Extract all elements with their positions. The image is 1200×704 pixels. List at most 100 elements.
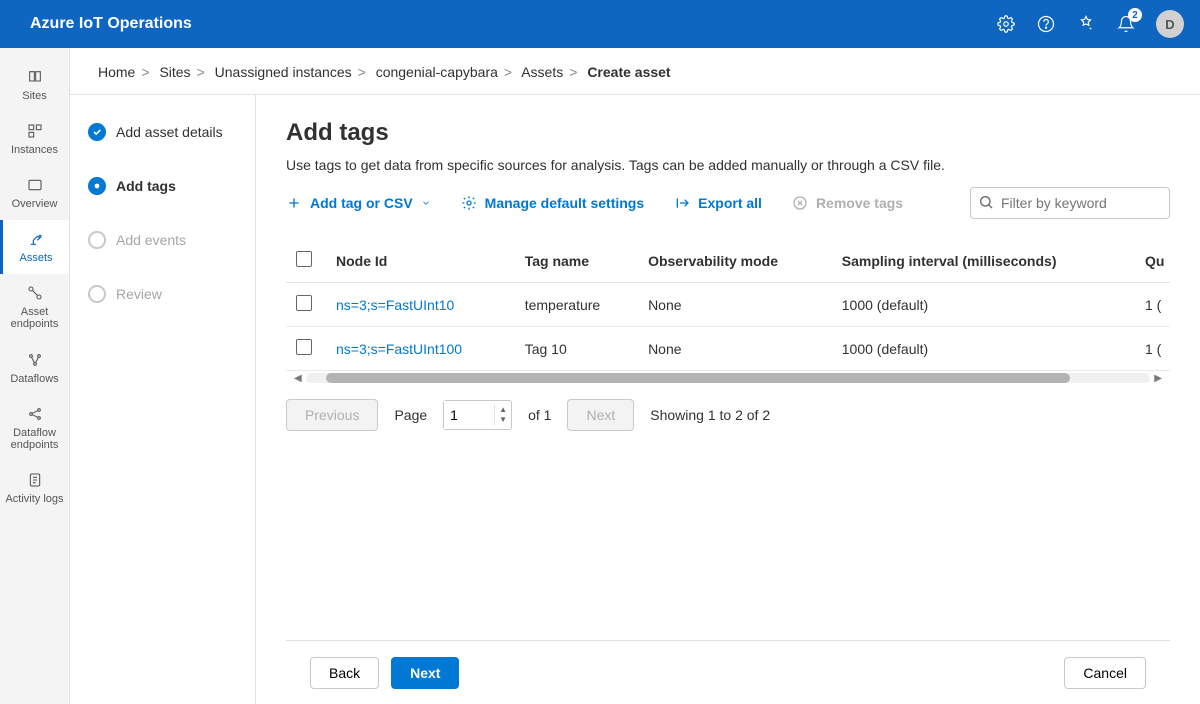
crumb-sites[interactable]: Sites: [159, 64, 190, 80]
row-checkbox[interactable]: [296, 339, 312, 355]
step-add-events[interactable]: Add events: [88, 231, 237, 249]
notifications-icon[interactable]: 2: [1116, 14, 1136, 34]
chevron-down-icon: [421, 198, 431, 208]
row-checkbox[interactable]: [296, 295, 312, 311]
horizontal-scrollbar[interactable]: ◀ ▶: [286, 371, 1170, 385]
filter-input[interactable]: [970, 187, 1170, 219]
page-description: Use tags to get data from specific sourc…: [286, 157, 1170, 173]
cell-node-id[interactable]: ns=3;s=FastUInt10: [326, 283, 515, 327]
cell-node-id[interactable]: ns=3;s=FastUInt100: [326, 327, 515, 371]
nav-label: Overview: [12, 198, 58, 210]
filter-wrapper: [970, 187, 1170, 219]
header: Azure IoT Operations 2 D: [0, 0, 1200, 48]
search-icon: [978, 194, 994, 210]
export-label: Export all: [698, 195, 762, 211]
nav-label: Assets: [19, 252, 52, 264]
step-indicator-done-icon: [88, 123, 106, 141]
header-actions: 2 D: [996, 10, 1184, 38]
table-row[interactable]: ns=3;s=FastUInt100 Tag 10 None 1000 (def…: [286, 327, 1170, 371]
nav-label: Dataflows: [10, 373, 58, 385]
page-stepper[interactable]: ▲▼: [443, 400, 512, 430]
step-add-tags[interactable]: Add tags: [88, 177, 237, 195]
step-indicator-icon: [88, 231, 106, 249]
nav-label: Sites: [22, 90, 46, 102]
left-nav: Sites Instances Overview Assets Asset en…: [0, 48, 70, 704]
step-label: Add events: [116, 232, 186, 248]
wizard-steps: Add asset details Add tags Add events: [70, 95, 256, 704]
col-node-id[interactable]: Node Id: [326, 239, 515, 283]
feedback-icon[interactable]: [1076, 14, 1096, 34]
step-label: Add asset details: [116, 124, 223, 140]
cell-queue: 1 (: [1135, 283, 1170, 327]
previous-button: Previous: [286, 399, 378, 431]
crumb-unassigned[interactable]: Unassigned instances: [215, 64, 352, 80]
step-add-details[interactable]: Add asset details: [88, 123, 237, 141]
add-tag-label: Add tag or CSV: [310, 195, 413, 211]
col-observability[interactable]: Observability mode: [638, 239, 832, 283]
stepper-up-icon[interactable]: ▲: [495, 405, 511, 415]
scroll-left-icon[interactable]: ◀: [290, 373, 306, 384]
page-label: Page: [394, 407, 427, 423]
page-input[interactable]: [444, 401, 494, 429]
pagination: Previous Page ▲▼ of 1 Next Showing 1 to …: [286, 385, 1170, 451]
next-page-button: Next: [567, 399, 634, 431]
remove-tags-button: Remove tags: [792, 195, 903, 211]
page-title: Add tags: [286, 119, 1170, 147]
cell-observability: None: [638, 327, 832, 371]
step-review[interactable]: Review: [88, 285, 237, 303]
wizard-footer: Back Next Cancel: [286, 640, 1170, 704]
nav-dataflows[interactable]: Dataflows: [0, 341, 69, 395]
nav-activity-logs[interactable]: Activity logs: [0, 461, 69, 515]
nav-label: Activity logs: [5, 493, 63, 505]
scroll-right-icon[interactable]: ▶: [1150, 373, 1166, 384]
nav-dataflow-endpoints[interactable]: Dataflow endpoints: [0, 395, 69, 461]
export-all-button[interactable]: Export all: [674, 195, 762, 211]
book-icon: [26, 68, 44, 86]
manage-defaults-button[interactable]: Manage default settings: [461, 195, 644, 211]
back-button[interactable]: Back: [310, 657, 379, 689]
breadcrumb: Home> Sites> Unassigned instances> conge…: [70, 48, 1200, 95]
add-tag-button[interactable]: Add tag or CSV: [286, 195, 431, 211]
manage-label: Manage default settings: [485, 195, 644, 211]
cell-observability: None: [638, 283, 832, 327]
cell-queue: 1 (: [1135, 327, 1170, 371]
nav-assets[interactable]: Assets: [0, 220, 69, 274]
table-row[interactable]: ns=3;s=FastUInt10 temperature None 1000 …: [286, 283, 1170, 327]
cell-sampling: 1000 (default): [832, 327, 1135, 371]
robot-arm-icon: [27, 230, 45, 248]
log-icon: [26, 471, 44, 489]
nav-sites[interactable]: Sites: [0, 58, 69, 112]
remove-label: Remove tags: [816, 195, 903, 211]
crumb-instance[interactable]: congenial-capybara: [376, 64, 498, 80]
product-title: Azure IoT Operations: [16, 15, 996, 33]
select-all-checkbox[interactable]: [296, 251, 312, 267]
col-tag-name[interactable]: Tag name: [515, 239, 638, 283]
col-sampling[interactable]: Sampling interval (milliseconds): [832, 239, 1135, 283]
nav-asset-endpoints[interactable]: Asset endpoints: [0, 274, 69, 340]
panel-icon: [26, 176, 44, 194]
next-button[interactable]: Next: [391, 657, 459, 689]
crumb-assets[interactable]: Assets: [521, 64, 563, 80]
nav-label: Asset endpoints: [4, 306, 65, 330]
settings-icon[interactable]: [996, 14, 1016, 34]
tags-table: Node Id Tag name Observability mode Samp…: [286, 239, 1170, 371]
nav-instances[interactable]: Instances: [0, 112, 69, 166]
cell-sampling: 1000 (default): [832, 283, 1135, 327]
crumb-home[interactable]: Home: [98, 64, 135, 80]
cell-tag-name: temperature: [515, 283, 638, 327]
stepper-down-icon[interactable]: ▼: [495, 415, 511, 425]
step-indicator-icon: [88, 285, 106, 303]
endpoint-icon: [26, 284, 44, 302]
showing-text: Showing 1 to 2 of 2: [650, 407, 770, 423]
notification-badge: 2: [1128, 8, 1142, 22]
col-queue[interactable]: Qu: [1135, 239, 1170, 283]
step-label: Review: [116, 286, 162, 302]
avatar[interactable]: D: [1156, 10, 1184, 38]
grid-icon: [26, 122, 44, 140]
nav-label: Instances: [11, 144, 58, 156]
flow-icon: [26, 351, 44, 369]
nav-overview[interactable]: Overview: [0, 166, 69, 220]
cancel-button[interactable]: Cancel: [1064, 657, 1146, 689]
toolbar: Add tag or CSV Manage default settings E…: [286, 187, 1170, 219]
help-icon[interactable]: [1036, 14, 1056, 34]
